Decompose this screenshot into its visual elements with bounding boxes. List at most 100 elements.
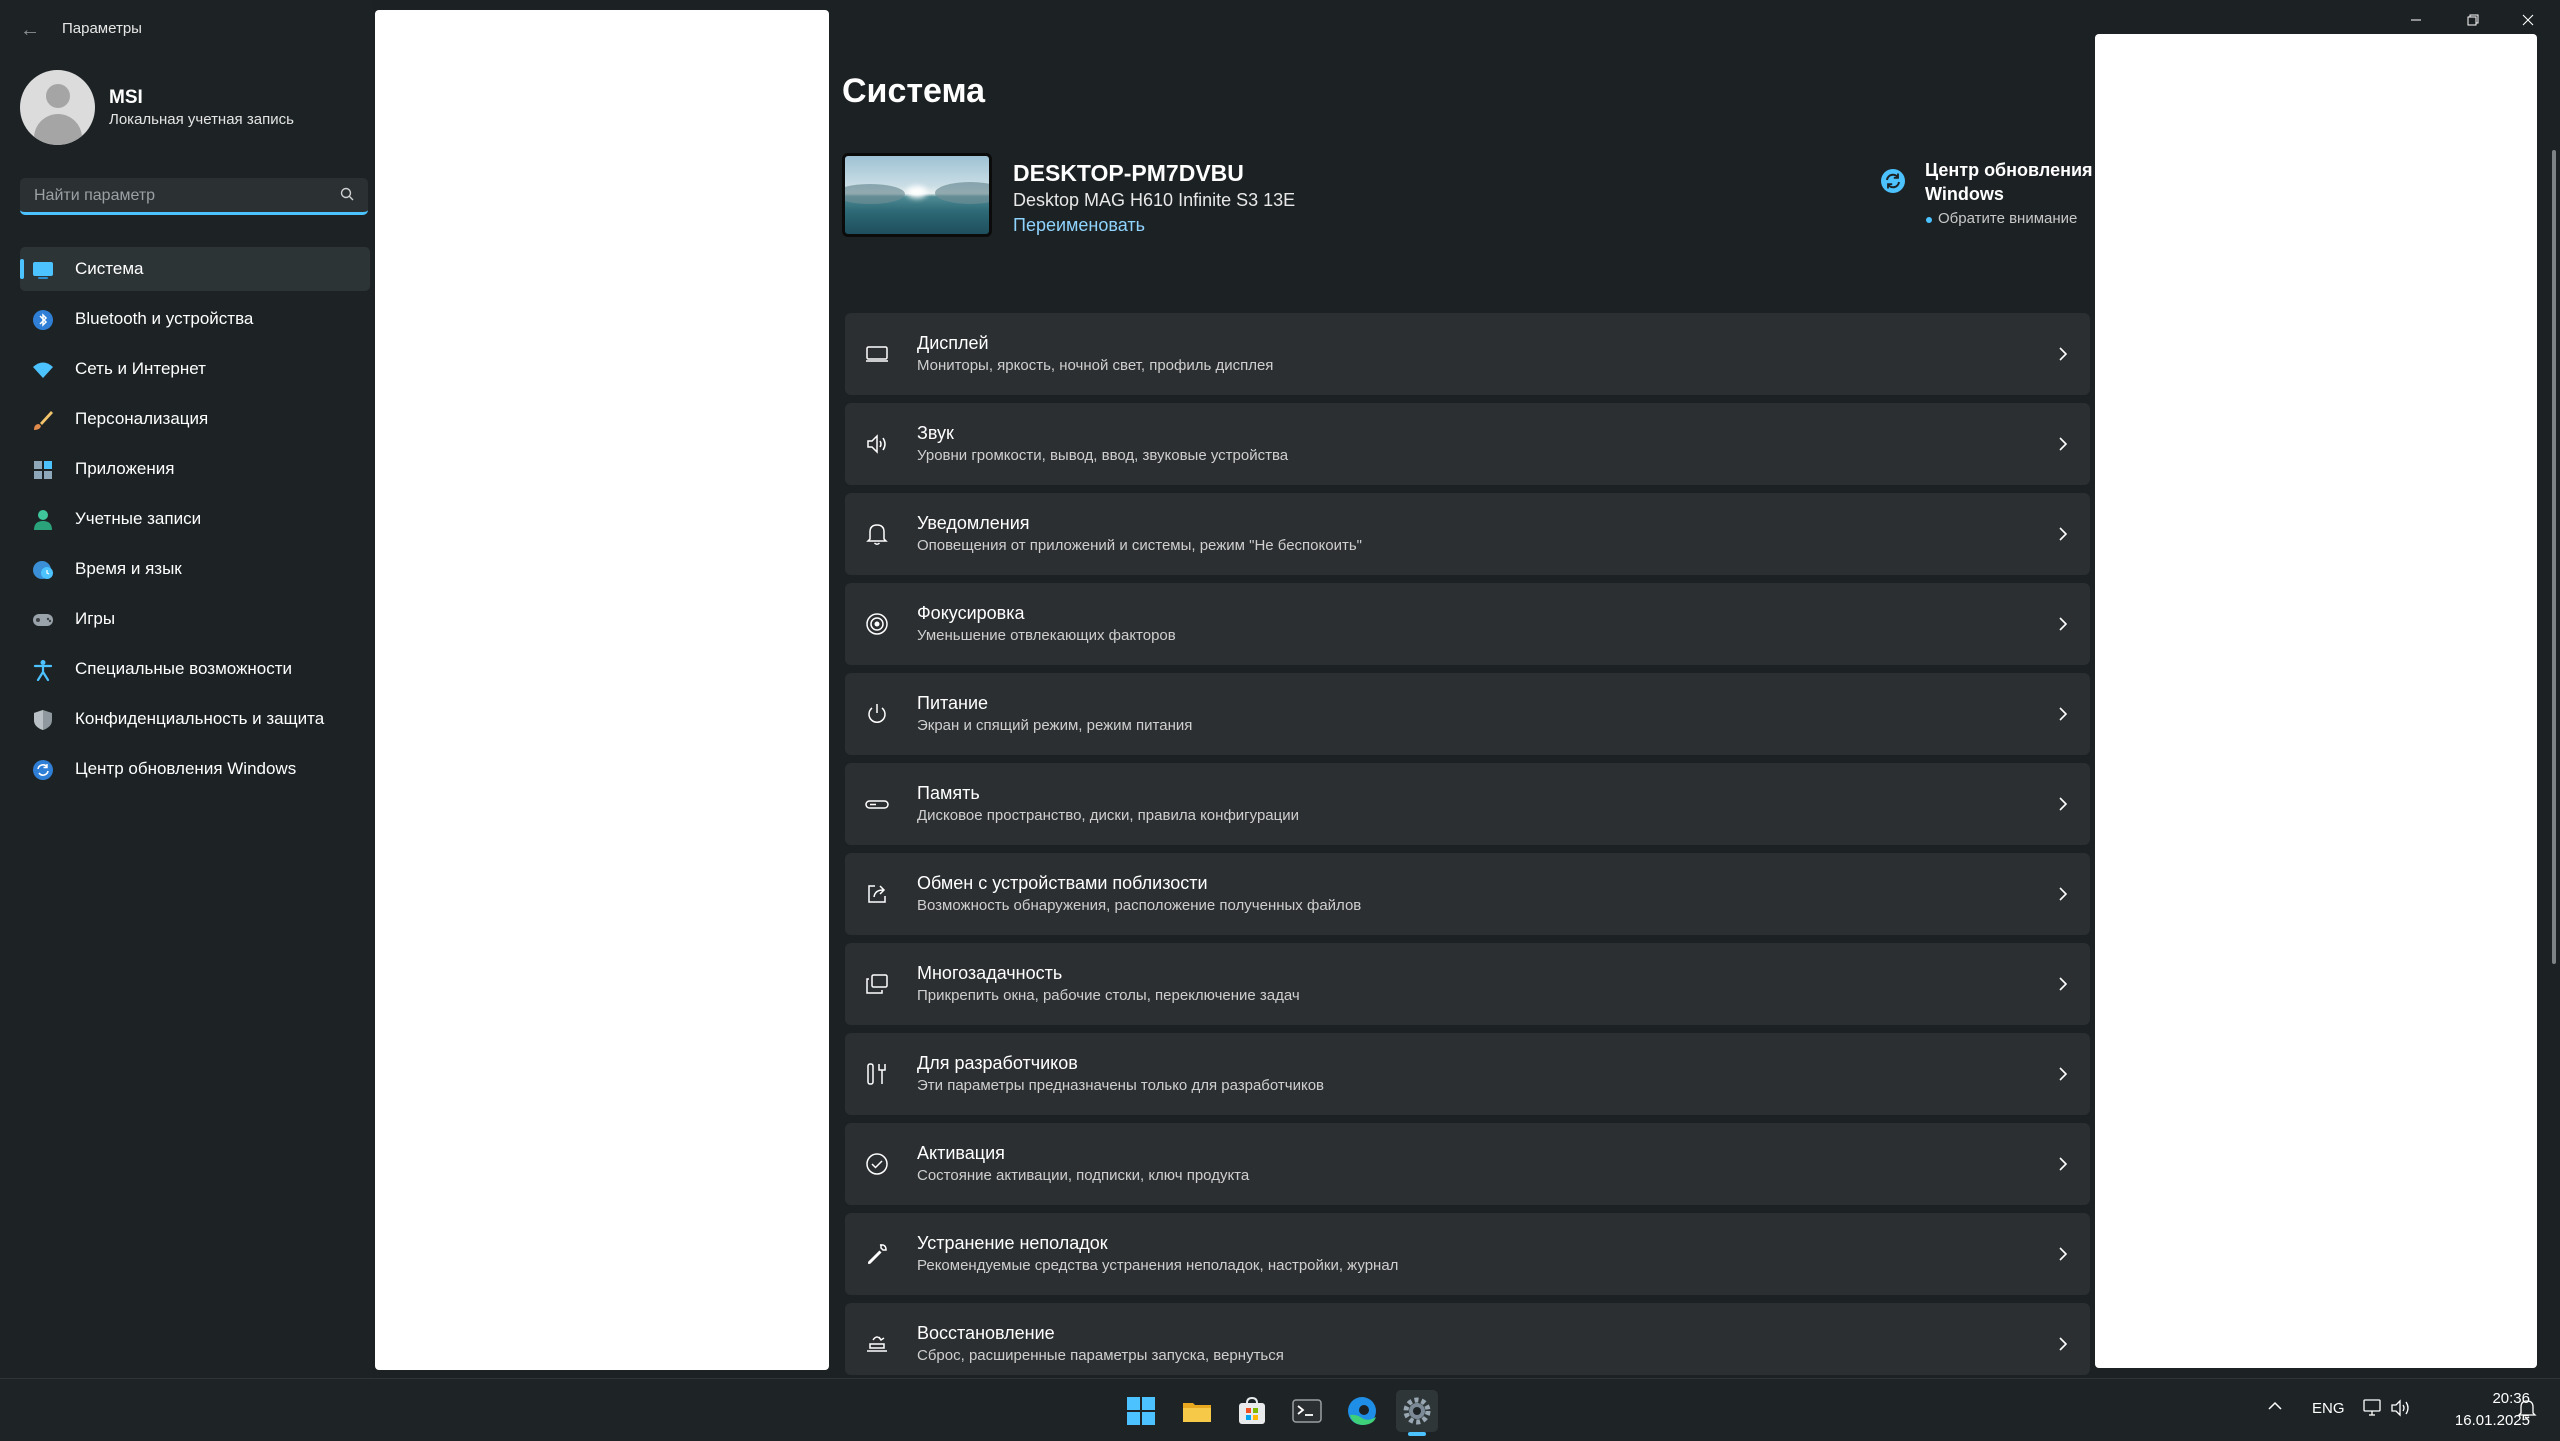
settings-card-storage[interactable]: Память Дисковое пространство, диски, пра… [845, 763, 2090, 845]
wifi-icon [33, 362, 53, 378]
activation-icon [866, 1153, 888, 1175]
settings-card-power[interactable]: Питание Экран и спящий режим, режим пита… [845, 673, 2090, 755]
accessibility-icon [33, 660, 53, 681]
sidebar-item-accounts[interactable]: Учетные записи [20, 497, 370, 541]
bluetooth-icon [33, 310, 53, 330]
sidebar-item-label: Приложения [75, 459, 175, 478]
sidebar-item-accessibility[interactable]: Специальные возможности [20, 647, 370, 691]
notification-bell-icon[interactable] [2516, 1398, 2538, 1420]
sidebar-item-system[interactable]: Система [20, 247, 370, 291]
minimize-icon[interactable] [2393, 8, 2439, 32]
user-name: MSI [109, 87, 143, 108]
search-box[interactable] [20, 178, 368, 215]
card-subtitle: Сброс, расширенные параметры запуска, ве… [917, 1347, 1284, 1364]
chevron-right-icon [2059, 1337, 2068, 1351]
developer-icon [867, 1063, 886, 1085]
scrollbar[interactable] [2552, 150, 2556, 964]
settings-card-troubleshoot[interactable]: Устранение неполадок Рекомендуемые средс… [845, 1213, 2090, 1295]
close-icon[interactable] [2505, 8, 2551, 32]
chevron-right-icon [2059, 977, 2068, 991]
sidebar-item-bluetooth[interactable]: Bluetooth и устройства [20, 297, 370, 341]
multitask-icon [866, 974, 888, 994]
windows-update-link[interactable]: Центр обновления Windows [1925, 158, 2095, 206]
taskbar-terminal[interactable] [1286, 1390, 1328, 1432]
chevron-up-icon[interactable] [2265, 1396, 2285, 1416]
sidebar-item-apps[interactable]: Приложения [20, 447, 370, 491]
card-title: Активация [917, 1143, 1005, 1163]
taskbar-edge[interactable] [1341, 1390, 1383, 1432]
power-icon [868, 704, 886, 723]
settings-card-nearby-sharing[interactable]: Обмен с устройствами поблизости Возможно… [845, 853, 2090, 935]
sidebar-item-time-language[interactable]: Время и язык [20, 547, 370, 591]
taskbar-store[interactable] [1231, 1390, 1273, 1432]
network-icon[interactable] [2362, 1398, 2384, 1418]
brush-icon [34, 411, 53, 430]
settings-card-developers[interactable]: Для разработчиков Эти параметры предназн… [845, 1033, 2090, 1115]
taskbar-settings[interactable] [1396, 1390, 1438, 1432]
app-title: Параметры [62, 20, 142, 37]
focus-icon [866, 613, 888, 635]
bell-icon [866, 524, 888, 545]
terminal-icon [1292, 1399, 1322, 1423]
sidebar-item-personalization[interactable]: Персонализация [20, 397, 370, 441]
start-button[interactable] [1120, 1390, 1162, 1432]
settings-icon [1403, 1397, 1431, 1425]
card-subtitle: Эти параметры предназначены только для р… [917, 1077, 1325, 1094]
card-title: Питание [917, 693, 989, 713]
device-model: Desktop MAG H610 Infinite S3 13E [1013, 190, 1296, 210]
chevron-right-icon [2059, 707, 2068, 721]
windows-update-status: Обратите внимание [1938, 210, 2078, 227]
language-indicator[interactable]: ENG [2312, 1400, 2345, 1417]
rename-link[interactable]: Переименовать [1013, 215, 1145, 236]
file-explorer-icon [1183, 1403, 1211, 1422]
search-icon[interactable] [340, 187, 354, 201]
recovery-icon [867, 1336, 887, 1352]
chevron-right-icon [2059, 527, 2068, 541]
device-name: DESKTOP-PM7DVBU [1013, 160, 1244, 186]
active-app-indicator [1408, 1432, 1426, 1436]
sidebar-item-gaming[interactable]: Игры [20, 597, 370, 641]
card-title: Звук [917, 423, 954, 443]
sidebar-item-privacy[interactable]: Конфиденциальность и защита [20, 697, 370, 741]
sidebar-item-label: Центр обновления Windows [75, 759, 297, 778]
settings-card-recovery[interactable]: Восстановление Сброс, расширенные параме… [845, 1303, 2090, 1375]
card-subtitle: Уровни громкости, вывод, ввод, звуковые … [917, 447, 1289, 464]
search-input[interactable] [32, 178, 336, 214]
chevron-right-icon [2059, 437, 2068, 451]
sidebar-item-label: Специальные возможности [75, 659, 293, 678]
shield-icon [34, 710, 52, 730]
card-subtitle: Возможность обнаружения, расположение по… [917, 897, 1362, 914]
sidebar-item-network[interactable]: Сеть и Интернет [20, 347, 370, 391]
restore-icon[interactable] [2450, 8, 2496, 32]
page-title: Система [842, 72, 986, 110]
settings-card-display[interactable]: Дисплей Мониторы, яркость, ночной свет, … [845, 313, 2090, 395]
back-button[interactable]: ← [14, 16, 46, 44]
sidebar-item-label: Персонализация [75, 409, 209, 428]
taskbar-file-explorer[interactable] [1176, 1390, 1218, 1432]
card-subtitle: Уменьшение отвлекающих факторов [917, 627, 1176, 644]
settings-card-notifications[interactable]: Уведомления Оповещения от приложений и с… [845, 493, 2090, 575]
blank-overlay-panel-left [375, 10, 829, 1370]
display-icon [866, 346, 888, 362]
share-icon [868, 885, 886, 903]
selection-indicator [20, 259, 24, 279]
card-subtitle: Дисковое пространство, диски, правила ко… [917, 807, 1299, 824]
volume-icon[interactable] [2390, 1398, 2412, 1418]
settings-card-multitasking[interactable]: Многозадачность Прикрепить окна, рабочие… [845, 943, 2090, 1025]
card-title: Обмен с устройствами поблизости [917, 873, 1208, 893]
start-icon [1127, 1397, 1155, 1425]
taskbar [0, 1378, 2560, 1441]
chevron-right-icon [2059, 347, 2068, 361]
clock-date[interactable]: 16.01.2025 [2420, 1412, 2530, 1429]
storage-icon [865, 800, 889, 809]
sidebar-item-windows-update[interactable]: Центр обновления Windows [20, 747, 370, 791]
avatar[interactable] [20, 70, 95, 145]
settings-card-focus[interactable]: Фокусировка Уменьшение отвлекающих факто… [845, 583, 2090, 665]
update-icon[interactable] [1880, 168, 1906, 194]
settings-card-sound[interactable]: Звук Уровни громкости, вывод, ввод, звук… [845, 403, 2090, 485]
settings-card-activation[interactable]: Активация Состояние активации, подписки,… [845, 1123, 2090, 1205]
sidebar-item-label: Система [75, 259, 144, 278]
speaker-icon [867, 434, 886, 454]
card-title: Для разработчиков [917, 1053, 1078, 1073]
gamepad-icon [33, 614, 53, 626]
